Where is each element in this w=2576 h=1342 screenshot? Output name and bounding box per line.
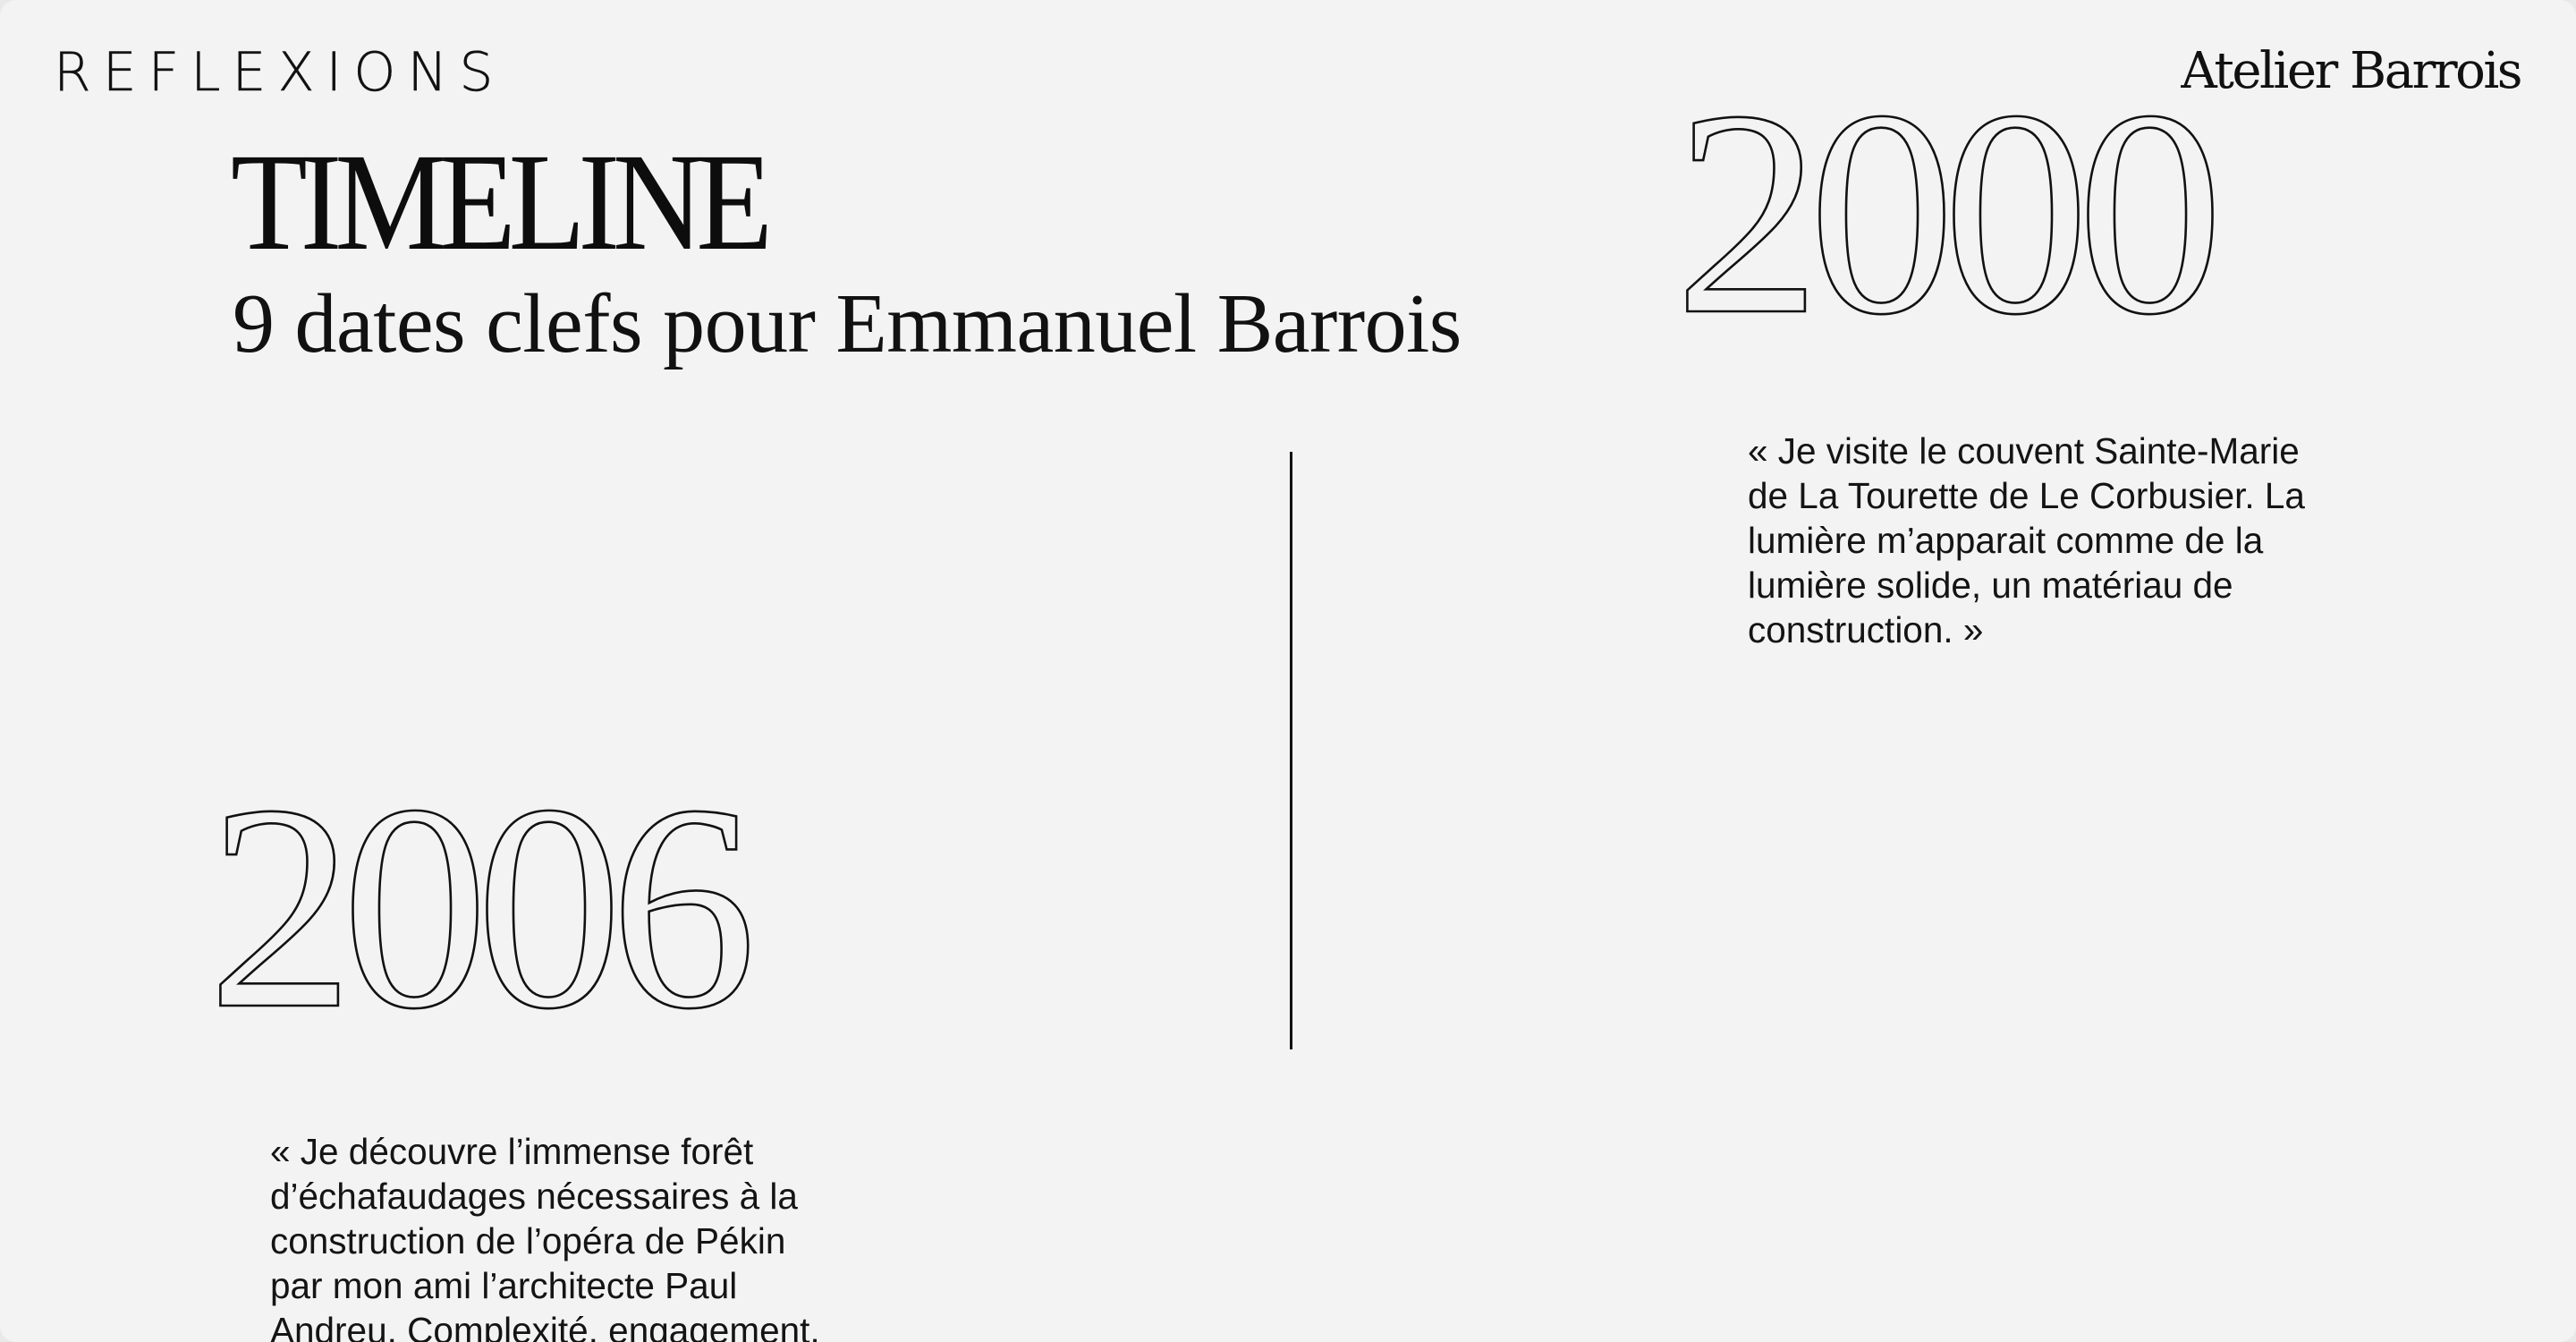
page: REFLEXIONS Atelier Barrois TIMELINE 9 da… — [0, 0, 2576, 1342]
page-subtitle: 9 dates clefs pour Emmanuel Barrois — [233, 277, 1462, 370]
timeline-quote-2000: « Je visite le couvent Sainte-Marie de L… — [1748, 430, 2305, 650]
timeline-year-2006: 2006 — [207, 744, 758, 1069]
page-title: TIMELINE — [231, 124, 773, 279]
reflexions-menu-link[interactable]: REFLEXIONS — [54, 39, 504, 106]
brand-logo[interactable]: Atelier Barrois — [2181, 39, 2522, 104]
timeline-divider — [1290, 452, 1292, 1049]
timeline-quote-2006: « Je découvre l’immense forêt d’échafaud… — [270, 1131, 820, 1342]
timeline-year-2000: 2000 — [1674, 50, 2225, 375]
